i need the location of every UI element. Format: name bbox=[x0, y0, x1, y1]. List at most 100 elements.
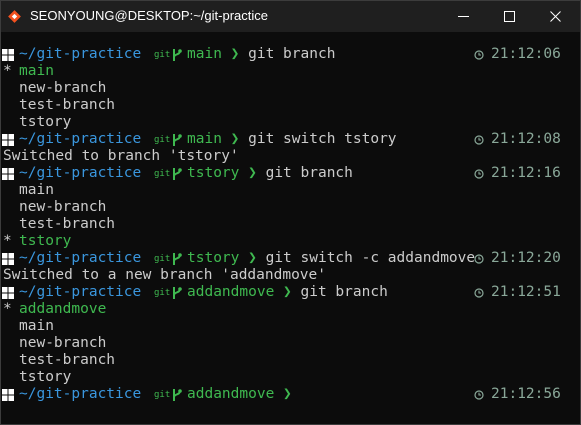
git-branch-icon bbox=[173, 49, 182, 61]
prompt-arrow: ❯ bbox=[248, 250, 257, 266]
windows-logo-icon bbox=[2, 168, 14, 180]
clock-icon bbox=[474, 50, 484, 60]
branch-name: main bbox=[19, 182, 54, 198]
maximize-icon bbox=[504, 11, 515, 22]
branch-list-item-current: * main bbox=[1, 63, 580, 80]
git-branch-icon bbox=[173, 389, 182, 401]
branch-list-item: new-branch bbox=[1, 335, 580, 352]
windows-logo-icon bbox=[2, 287, 14, 299]
branch-list-item: new-branch bbox=[1, 199, 580, 216]
prompt-directory: ~/git-practice bbox=[19, 250, 142, 266]
windows-logo-icon bbox=[2, 49, 14, 61]
branch-list-item-current: * tstory bbox=[1, 233, 580, 250]
command-output: Switched to branch 'tstory' bbox=[3, 148, 239, 164]
windows-logo-icon bbox=[2, 389, 14, 401]
close-button[interactable] bbox=[533, 1, 579, 32]
prompt-branch: main bbox=[187, 46, 222, 62]
prompt-timestamp: 21:12:08 bbox=[491, 131, 561, 147]
current-branch-name: addandmove bbox=[19, 301, 107, 317]
command-text: git switch -c addandmove bbox=[265, 250, 476, 266]
window-title: SEONYOUNG@DESKTOP:~/git-practice bbox=[30, 8, 268, 23]
branch-list-item: test-branch bbox=[1, 216, 580, 233]
prompt-arrow: ❯ bbox=[248, 165, 257, 181]
output-line: Switched to a new branch 'addandmove' bbox=[1, 267, 580, 284]
prompt-branch-group: addandmove ❯ git branch bbox=[187, 284, 388, 301]
prompt-branch: addandmove bbox=[187, 284, 275, 300]
prompt-directory: ~/git-practice bbox=[19, 165, 142, 181]
git-icon: git bbox=[154, 288, 171, 298]
git-icon: git bbox=[154, 169, 171, 179]
prompt-branch: main bbox=[187, 131, 222, 147]
prompt-line: ~/git-practice git main ❯ git switch tstor… bbox=[1, 131, 580, 148]
prompt-branch: tstory bbox=[187, 250, 240, 266]
git-bash-diamond-icon bbox=[8, 10, 21, 23]
git-icon: git bbox=[154, 50, 171, 60]
prompt-arrow: ❯ bbox=[283, 386, 292, 402]
branch-list-item: tstory bbox=[1, 369, 580, 386]
minimize-button[interactable] bbox=[441, 1, 487, 32]
branch-name: tstory bbox=[19, 114, 72, 130]
minimize-icon bbox=[458, 16, 469, 17]
branch-list-item: test-branch bbox=[1, 97, 580, 114]
prompt-directory: ~/git-practice bbox=[19, 46, 142, 62]
current-branch-name: tstory bbox=[19, 233, 72, 249]
clock-icon bbox=[474, 254, 484, 264]
current-branch-name: main bbox=[19, 63, 54, 79]
clock-icon bbox=[474, 288, 484, 298]
git-branch-icon bbox=[173, 253, 182, 265]
git-branch-icon bbox=[173, 168, 182, 180]
prompt-line: ~/git-practice git main ❯ git branch 21:12:… bbox=[1, 46, 580, 63]
branch-list-item-current: * addandmove bbox=[1, 301, 580, 318]
prompt-timestamp: 21:12:06 bbox=[491, 46, 561, 62]
branch-list-item: main bbox=[1, 182, 580, 199]
branch-name: tstory bbox=[19, 369, 72, 385]
prompt-branch: addandmove bbox=[187, 386, 275, 402]
git-icon: git bbox=[154, 390, 171, 400]
prompt-directory: ~/git-practice bbox=[19, 386, 142, 402]
maximize-button[interactable] bbox=[487, 1, 533, 32]
prompt-timestamp: 21:12:51 bbox=[491, 284, 561, 300]
clock-icon bbox=[474, 135, 484, 145]
prompt-directory: ~/git-practice bbox=[19, 131, 142, 147]
prompt-line: ~/git-practice git addandmove ❯ git branch… bbox=[1, 284, 580, 301]
command-text: git branch bbox=[248, 46, 336, 62]
prompt-directory: ~/git-practice bbox=[19, 284, 142, 300]
current-branch-marker: * bbox=[3, 301, 12, 317]
prompt-timestamp: 21:12:56 bbox=[491, 386, 561, 402]
current-branch-marker: * bbox=[3, 63, 12, 79]
git-icon: git bbox=[154, 254, 171, 264]
clock-icon bbox=[474, 169, 484, 179]
git-branch-icon bbox=[173, 287, 182, 299]
prompt-line: ~/git-practice git tstory ❯ git switch -c … bbox=[1, 250, 580, 267]
prompt-arrow: ❯ bbox=[283, 284, 292, 300]
branch-name: new-branch bbox=[19, 80, 107, 96]
branch-name: test-branch bbox=[19, 97, 116, 113]
command-text: git branch bbox=[265, 165, 353, 181]
title-bar[interactable]: SEONYOUNG@DESKTOP:~/git-practice bbox=[1, 1, 580, 32]
terminal-window: SEONYOUNG@DESKTOP:~/git-practice ~/git-p… bbox=[0, 0, 581, 425]
branch-name: new-branch bbox=[19, 199, 107, 215]
branch-name: test-branch bbox=[19, 216, 116, 232]
prompt-branch-group: tstory ❯ git switch -c addandmove bbox=[187, 250, 475, 267]
branch-name: test-branch bbox=[19, 352, 116, 368]
windows-logo-icon bbox=[2, 134, 14, 146]
windows-logo-icon bbox=[2, 253, 14, 265]
prompt-branch-group: tstory ❯ git branch bbox=[187, 165, 353, 182]
output-line: Switched to branch 'tstory' bbox=[1, 148, 580, 165]
command-output: Switched to a new branch 'addandmove' bbox=[3, 267, 327, 283]
terminal-output[interactable]: ~/git-practice git main ❯ git branch 21:12:… bbox=[1, 46, 580, 403]
branch-list-item: main bbox=[1, 318, 580, 335]
prompt-branch-group: main ❯ git branch bbox=[187, 46, 335, 63]
prompt-branch-group: addandmove ❯ bbox=[187, 386, 292, 403]
prompt-branch-group: main ❯ git switch tstory bbox=[187, 131, 397, 148]
branch-list-item: tstory bbox=[1, 114, 580, 131]
current-branch-marker: * bbox=[3, 233, 12, 249]
branch-list-item: test-branch bbox=[1, 352, 580, 369]
branch-name: main bbox=[19, 318, 54, 334]
clock-icon bbox=[474, 390, 484, 400]
prompt-timestamp: 21:12:16 bbox=[491, 165, 561, 181]
prompt-branch: tstory bbox=[187, 165, 240, 181]
branch-list-item: new-branch bbox=[1, 80, 580, 97]
prompt-line: ~/git-practice git addandmove ❯ 21:12:56 bbox=[1, 386, 580, 403]
git-icon: git bbox=[154, 135, 171, 145]
